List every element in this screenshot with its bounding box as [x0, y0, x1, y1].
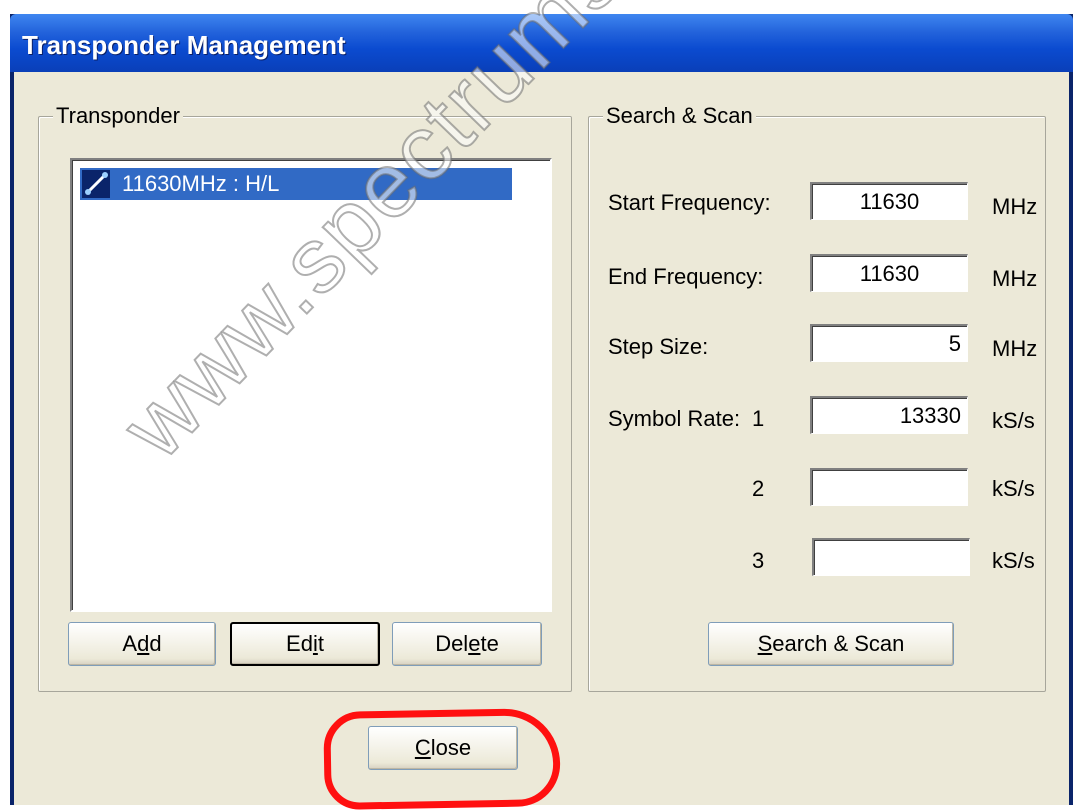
symbol-rate-2-input[interactable]: [810, 468, 968, 506]
search-scan-group-legend: Search & Scan: [603, 103, 756, 129]
symbol-rate-index-1: 1: [752, 406, 765, 431]
end-frequency-label: End Frequency:: [608, 264, 764, 289]
step-size-unit: MHz: [992, 336, 1038, 361]
delete-button[interactable]: Delete: [392, 622, 542, 666]
transponder-management-window: Transponder Management Transponder 11630…: [10, 14, 1073, 805]
dialog-client-area: Transponder 11630MHz : H/L Add Edit Dele…: [14, 72, 1069, 805]
symbol-rate-3-unit: kS/s: [992, 548, 1035, 573]
end-frequency-unit: MHz: [992, 266, 1038, 291]
window-title: Transponder Management: [22, 30, 346, 60]
start-frequency-label: Start Frequency:: [608, 190, 771, 215]
symbol-rate-label: Symbol Rate:: [608, 406, 741, 431]
add-button[interactable]: Add: [68, 622, 216, 666]
edit-button[interactable]: Edit: [230, 622, 380, 666]
title-bar[interactable]: Transponder Management: [10, 14, 1073, 72]
start-frequency-input[interactable]: [810, 182, 968, 220]
transponder-group-legend: Transponder: [53, 103, 183, 129]
list-item-label: 11630MHz : H/L: [122, 171, 280, 196]
end-frequency-input[interactable]: [810, 254, 968, 292]
transponder-list[interactable]: 11630MHz : H/L: [70, 158, 552, 612]
step-size-input[interactable]: [810, 324, 968, 362]
start-frequency-unit: MHz: [992, 194, 1038, 219]
symbol-rate-1-unit: kS/s: [992, 408, 1035, 433]
list-item[interactable]: 11630MHz : H/L: [80, 168, 512, 200]
symbol-rate-1-input[interactable]: [810, 396, 968, 434]
symbol-rate-2-unit: kS/s: [992, 476, 1035, 501]
symbol-rate-index-3: 3: [752, 548, 765, 573]
close-button[interactable]: Close: [368, 726, 518, 770]
symbol-rate-index-2: 2: [752, 476, 765, 501]
satellite-signal-icon: [82, 170, 110, 198]
symbol-rate-3-input[interactable]: [812, 538, 970, 576]
search-scan-button[interactable]: Search & Scan: [708, 622, 954, 666]
step-size-label: Step Size:: [608, 334, 709, 359]
